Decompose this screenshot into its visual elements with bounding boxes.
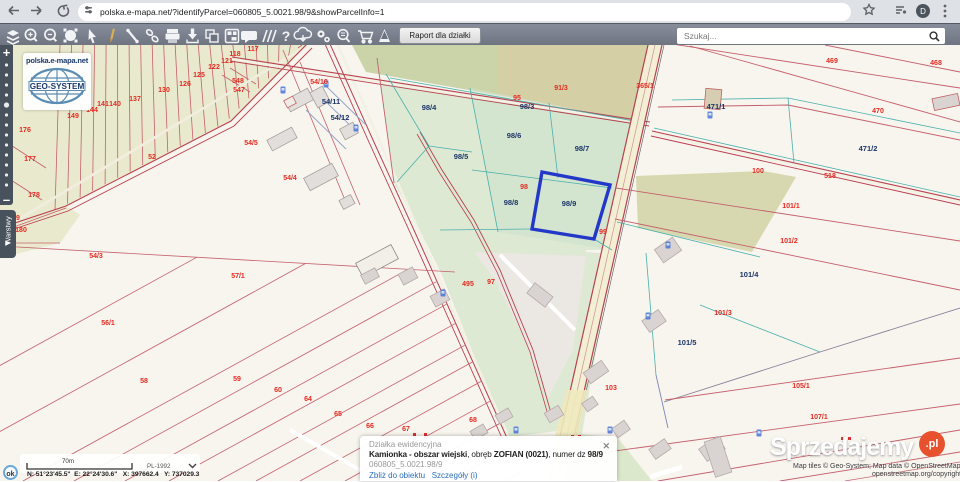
- svg-text:56/1: 56/1: [101, 320, 115, 327]
- svg-text:98/3: 98/3: [520, 102, 535, 111]
- svg-text:101/3: 101/3: [714, 310, 732, 317]
- svg-text:98/5: 98/5: [454, 152, 469, 161]
- svg-text:98/9: 98/9: [562, 199, 577, 208]
- svg-text:54/5: 54/5: [244, 140, 258, 147]
- svg-text:177: 177: [24, 156, 36, 163]
- svg-text:64: 64: [304, 396, 312, 403]
- svg-text:469: 469: [826, 58, 838, 65]
- svg-text:101/1: 101/1: [782, 203, 800, 210]
- svg-text:122: 122: [208, 64, 220, 71]
- svg-text:101/4: 101/4: [740, 270, 760, 279]
- svg-text:100: 100: [752, 168, 764, 175]
- svg-text:468: 468: [930, 60, 942, 67]
- svg-text:365/1: 365/1: [636, 83, 654, 90]
- svg-text:117: 117: [247, 46, 258, 53]
- svg-text:65: 65: [334, 411, 342, 418]
- svg-text:98/6: 98/6: [507, 131, 522, 140]
- svg-text:98/7: 98/7: [575, 144, 590, 153]
- svg-text:66: 66: [366, 423, 374, 430]
- svg-text:130: 130: [158, 87, 170, 94]
- svg-text:149: 149: [67, 113, 79, 120]
- svg-text:105/1: 105/1: [792, 383, 810, 390]
- svg-text:471/2: 471/2: [859, 144, 878, 153]
- svg-text:60: 60: [274, 387, 282, 394]
- svg-text:70m: 70m: [62, 458, 74, 465]
- svg-text:54/11: 54/11: [322, 97, 340, 106]
- svg-text:103: 103: [605, 385, 617, 392]
- svg-text:58: 58: [140, 378, 148, 385]
- svg-text:140: 140: [109, 101, 121, 108]
- svg-text:118: 118: [229, 51, 240, 58]
- svg-text:101/5: 101/5: [678, 338, 697, 347]
- svg-text:?: ?: [282, 28, 291, 44]
- svg-text:548: 548: [232, 78, 244, 85]
- svg-text:178: 178: [28, 192, 40, 199]
- svg-text:97: 97: [487, 279, 495, 286]
- svg-text:125: 125: [193, 72, 205, 79]
- svg-text:180: 180: [15, 227, 27, 234]
- svg-text:98/4: 98/4: [422, 103, 437, 112]
- svg-text:98/8: 98/8: [504, 198, 519, 207]
- svg-text:470: 470: [872, 108, 884, 115]
- svg-text:68: 68: [469, 417, 477, 424]
- svg-text:91/3: 91/3: [554, 85, 568, 92]
- svg-text:GEO-SYSTEM: GEO-SYSTEM: [30, 82, 85, 91]
- svg-text:141: 141: [97, 101, 109, 108]
- svg-text:101/2: 101/2: [780, 238, 798, 245]
- svg-text:52: 52: [148, 154, 156, 161]
- svg-text:518: 518: [824, 173, 836, 180]
- svg-text:PL-1992: PL-1992: [147, 463, 171, 470]
- svg-text:107/1: 107/1: [810, 414, 828, 421]
- svg-text:99: 99: [599, 229, 607, 236]
- svg-text:57/1: 57/1: [231, 273, 245, 280]
- svg-text:471/1: 471/1: [707, 102, 726, 111]
- svg-text:176: 176: [19, 127, 31, 134]
- svg-text:547: 547: [233, 87, 245, 94]
- svg-text:54/4: 54/4: [283, 175, 297, 182]
- svg-text:98: 98: [520, 184, 528, 191]
- svg-text:137: 137: [129, 96, 141, 103]
- svg-text:54/12: 54/12: [331, 113, 350, 122]
- svg-text:95: 95: [513, 95, 521, 102]
- svg-text:67: 67: [402, 426, 410, 433]
- svg-text:54/10: 54/10: [310, 79, 328, 86]
- svg-text:121: 121: [221, 58, 233, 65]
- svg-text:59: 59: [233, 376, 241, 383]
- svg-text:54/3: 54/3: [89, 253, 103, 260]
- svg-text:126: 126: [179, 81, 191, 88]
- svg-text:495: 495: [462, 281, 474, 288]
